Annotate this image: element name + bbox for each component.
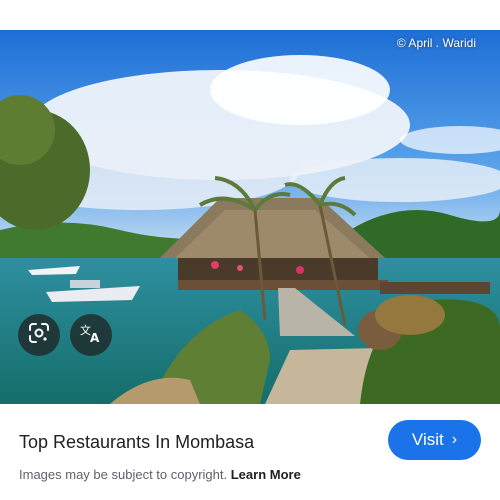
- copyright-notice: Images may be subject to copyright. Lear…: [19, 467, 301, 482]
- learn-more-link[interactable]: Learn More: [231, 467, 301, 482]
- visit-label: Visit: [411, 430, 444, 449]
- image-credit: © April . Waridi: [396, 36, 476, 50]
- translate-icon: 文 A: [79, 321, 103, 350]
- google-lens-icon: [28, 322, 50, 349]
- result-title[interactable]: Top Restaurants In Mombasa: [19, 432, 254, 453]
- visit-button[interactable]: Visit ›: [388, 420, 481, 460]
- translate-button[interactable]: 文 A: [70, 314, 112, 356]
- svg-text:A: A: [90, 331, 100, 345]
- copyright-text: Images may be subject to copyright.: [19, 467, 228, 482]
- result-caption: Top Restaurants In Mombasa Visit › Image…: [0, 404, 500, 500]
- lens-button[interactable]: [18, 314, 60, 356]
- chevron-right-icon: ›: [451, 431, 458, 448]
